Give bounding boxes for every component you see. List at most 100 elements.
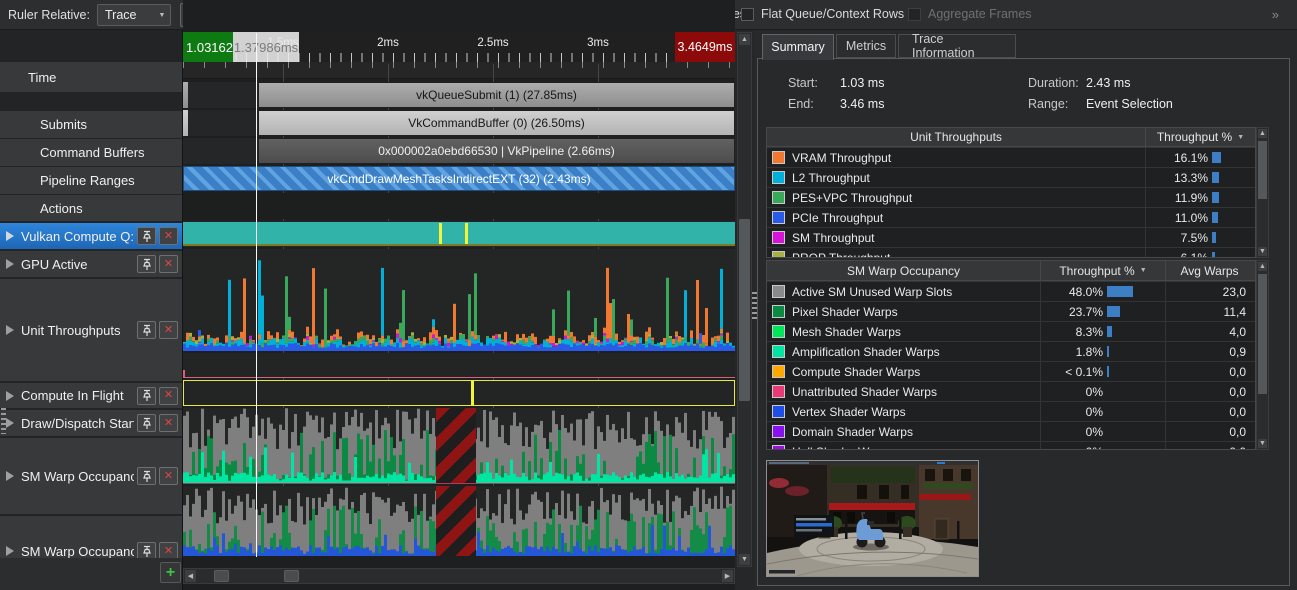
pin-button[interactable] [137, 387, 156, 405]
close-row-button[interactable]: ✕ [159, 321, 178, 339]
event-bar-vkcommandbuffer[interactable]: VkCommandBuffer (0) (26.50ms) [258, 110, 735, 136]
render-preview-thumbnail[interactable] [766, 460, 979, 577]
table-row-vertex-shader-warps[interactable]: Vertex Shader Warps0%0,0 [767, 401, 1255, 421]
sidebar-row-compute-in-flight[interactable]: Compute In Flight✕ [0, 383, 182, 408]
expander-icon[interactable] [6, 259, 14, 269]
table-row-mesh-shader-warps[interactable]: Mesh Shader Warps8.3%4,0 [767, 321, 1255, 341]
expander-icon[interactable] [6, 471, 14, 481]
scroll-up-icon[interactable]: ▲ [1257, 261, 1268, 272]
expander-icon[interactable] [6, 325, 14, 335]
table-row-vram-throughput[interactable]: VRAM Throughput16.1% [767, 147, 1255, 167]
scrollbar-thumb[interactable] [1258, 274, 1267, 394]
pin-button[interactable] [137, 255, 156, 273]
timeline-area[interactable]: 1.5ms2ms2.5ms3ms 1.03162 1.37986ms 3.464… [183, 0, 735, 590]
pin-button[interactable] [137, 321, 156, 339]
tab-trace-information[interactable]: Trace Information [898, 34, 1016, 58]
table-row-active-sm-unused-warp-slots[interactable]: Active SM Unused Warp Slots48.0%23,0 [767, 281, 1255, 301]
row-draw-dispatch-start[interactable] [183, 380, 735, 406]
checkbox-box[interactable] [741, 8, 754, 21]
zoom-handle-right[interactable] [284, 570, 299, 582]
add-row-button[interactable]: + [160, 562, 181, 583]
table-row-pes-vpc-throughput[interactable]: PES+VPC Throughput11.9% [767, 187, 1255, 207]
table-row-pcie-throughput[interactable]: PCIe Throughput11.0% [767, 207, 1255, 227]
scrollbar-thumb[interactable] [1258, 141, 1267, 199]
event-bar-vkcmddrawmeshtasksindirectext[interactable]: vkCmdDrawMeshTasksIndirectEXT (32) (2.43… [183, 166, 735, 191]
sidebar-drag-handle[interactable] [1, 408, 6, 434]
dropdown-arrow-icon: ▼ [154, 12, 170, 19]
timeline-vertical-scrollbar[interactable]: ▲ ▼ [737, 32, 752, 567]
table-row-l2-throughput[interactable]: L2 Throughput13.3% [767, 167, 1255, 187]
sidebar-row-actions[interactable]: Actions [0, 195, 182, 221]
close-row-button[interactable]: ✕ [159, 255, 178, 273]
pin-button[interactable] [137, 414, 156, 432]
metric-name-cell: PROP Throughput [767, 251, 1145, 259]
table-row-pixel-shader-warps[interactable]: Pixel Shader Warps23.7%11,4 [767, 301, 1255, 321]
expander-icon[interactable] [6, 231, 14, 241]
event-bar-vkqueuesubmit[interactable]: vkQueueSubmit (1) (27.85ms) [258, 82, 735, 108]
event-bar-fragment[interactable] [183, 110, 188, 136]
sidebar-row-gpu-active[interactable]: GPU Active✕ [0, 251, 182, 277]
timeline-horizontal-scrollbar[interactable]: ◀ ▶ [183, 568, 735, 584]
event-bar-0x000002a0ebd66530[interactable]: 0x000002a0ebd66530 | VkPipeline (2.66ms) [258, 138, 735, 164]
row-unit-throughputs-chart[interactable] [183, 249, 735, 351]
close-row-button[interactable]: ✕ [159, 467, 178, 485]
checkbox-aggregate-frames[interactable]: Aggregate Frames [908, 7, 1032, 21]
timeline-ruler[interactable]: 1.5ms2ms2.5ms3ms 1.03162 1.37986ms 3.464… [183, 32, 735, 62]
table-row-hull-shader-warps[interactable]: Hull Shader Warps0%0,0 [767, 441, 1255, 450]
row-gpu-active[interactable] [183, 221, 735, 247]
sidebar-row-sm-warp-occupancy[interactable]: SM Warp Occupancy✕ [0, 438, 182, 514]
event-bar-fragment[interactable] [183, 82, 188, 108]
ruler-relative-select[interactable]: Trace ▼ [97, 4, 171, 26]
sidebar-row-submits[interactable]: Submits [0, 111, 182, 138]
timeline-row: vkQueueSubmit (1) (27.85ms) [183, 82, 735, 108]
sidebar-row-command-buffers[interactable]: Command Buffers [0, 139, 182, 166]
ruler-relative-label: Ruler Relative: [8, 8, 90, 22]
checkbox-flat-queue-context-rows[interactable]: Flat Queue/Context Rows [741, 7, 904, 21]
row-sm-warp-occupancy-1[interactable] [183, 408, 735, 484]
sidebar-row-unit-throughputs[interactable]: Unit Throughputs✕ [0, 279, 182, 381]
tab-summary[interactable]: Summary [762, 34, 834, 60]
expander-icon[interactable] [6, 391, 14, 401]
scroll-up-icon[interactable]: ▲ [1257, 128, 1268, 139]
toolbar-overflow-chevron[interactable]: » [1272, 7, 1279, 22]
row-vulkan-compute-queue[interactable] [183, 193, 735, 219]
unit-table-scrollbar[interactable]: ▲ ▼ [1256, 127, 1269, 258]
unit-throughputs-chart [183, 249, 735, 351]
scroll-right-icon[interactable]: ▶ [721, 569, 734, 583]
column-header-sm-warp-occupancy[interactable]: SM Warp Occupancy [767, 261, 1040, 280]
column-header-unit-throughputs[interactable]: Unit Throughputs [767, 128, 1145, 146]
close-row-button[interactable]: ✕ [159, 387, 178, 405]
warp-table-scrollbar[interactable]: ▲ ▼ [1256, 260, 1269, 450]
table-row-domain-shader-warps[interactable]: Domain Shader Warps0%0,0 [767, 421, 1255, 441]
close-row-button[interactable]: ✕ [159, 227, 178, 245]
table-row-compute-shader-warps[interactable]: Compute Shader Warps< 0.1%0,0 [767, 361, 1255, 381]
scroll-down-icon[interactable]: ▼ [738, 553, 751, 566]
scroll-up-icon[interactable]: ▲ [738, 33, 751, 46]
sidebar-row-vulkan-compute-q-2[interactable]: Vulkan Compute Q:2✕ [0, 223, 182, 249]
table-row-sm-throughput[interactable]: SM Throughput7.5% [767, 227, 1255, 247]
row-compute-in-flight[interactable] [183, 353, 735, 378]
table-row-amplification-shader-warps[interactable]: Amplification Shader Warps1.8%0,9 [767, 341, 1255, 361]
column-header-avg-warps[interactable]: Avg Warps [1165, 261, 1253, 280]
table-row-prop-throughput[interactable]: PROP Throughput6.1% [767, 247, 1255, 258]
pin-button[interactable] [137, 227, 156, 245]
expander-icon[interactable] [6, 418, 14, 428]
scroll-left-icon[interactable]: ◀ [184, 569, 197, 583]
checkbox-box[interactable] [908, 8, 921, 21]
pin-button[interactable] [137, 467, 156, 485]
column-header-throughput[interactable]: Throughput %▼ [1145, 128, 1255, 146]
vertical-scrollbar-thumb[interactable] [739, 219, 750, 401]
sidebar-row-draw-dispatch-start[interactable]: Draw/Dispatch Start✕ [0, 410, 182, 436]
sidebar-row-label: Actions [6, 201, 178, 216]
tab-metrics[interactable]: Metrics [836, 34, 896, 58]
table-row-unattributed-shader-warps[interactable]: Unattributed Shader Warps0%0,0 [767, 381, 1255, 401]
scroll-down-icon[interactable]: ▼ [1257, 246, 1268, 257]
sidebar-row-pipeline-ranges[interactable]: Pipeline Ranges [0, 167, 182, 194]
zoom-handle-left[interactable] [214, 570, 229, 582]
scroll-down-icon[interactable]: ▼ [1257, 438, 1268, 449]
column-header-throughput[interactable]: Throughput %▼ [1040, 261, 1165, 280]
expander-icon[interactable] [6, 546, 14, 556]
close-row-button[interactable]: ✕ [159, 414, 178, 432]
sidebar-row-time[interactable]: Time [0, 62, 182, 92]
row-sm-warp-occupancy-2[interactable] [183, 486, 735, 556]
